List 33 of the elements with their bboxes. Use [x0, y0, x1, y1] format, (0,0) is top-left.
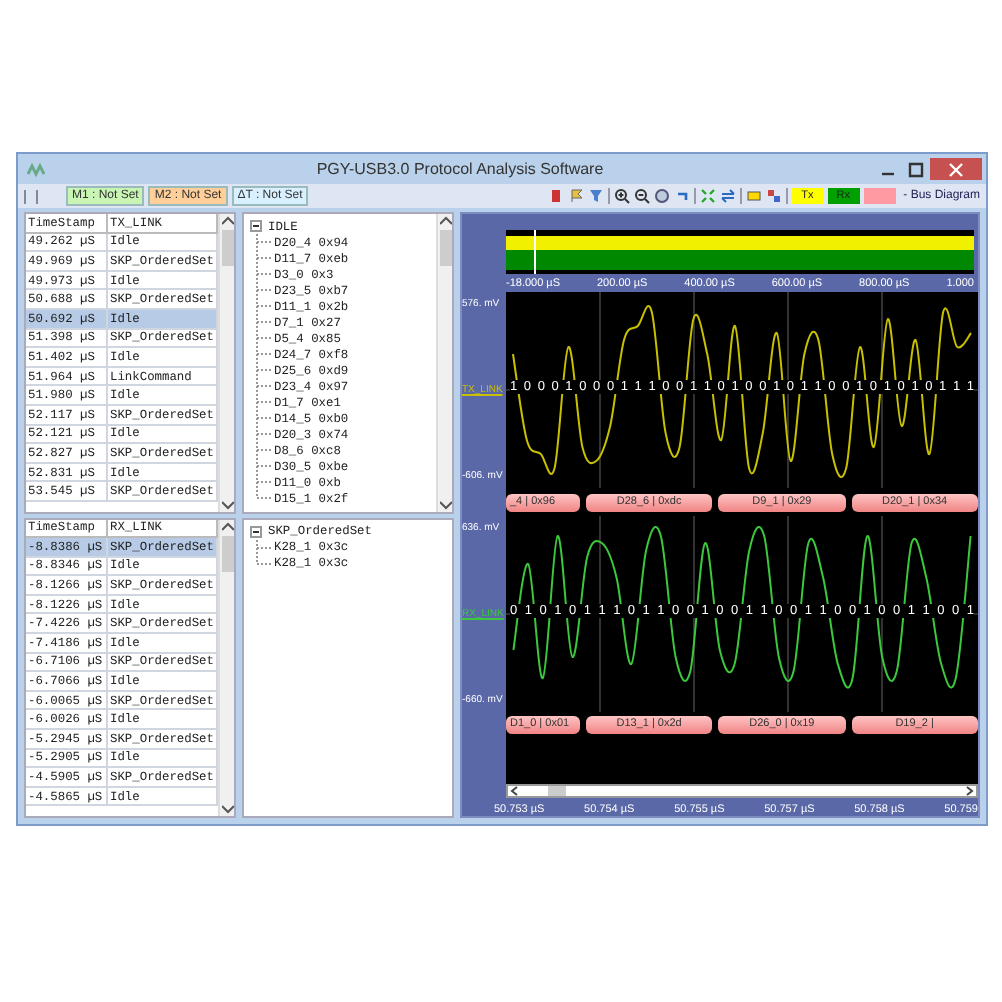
expand-icon[interactable]	[699, 188, 716, 204]
scroll-up-icon[interactable]	[221, 521, 233, 531]
collapse-icon[interactable]	[250, 525, 262, 537]
scroll-down-icon[interactable]	[221, 804, 233, 814]
bookmark-icon[interactable]	[547, 188, 564, 204]
scroll-thumb[interactable]	[221, 535, 233, 571]
flag-icon[interactable]	[567, 188, 584, 204]
filter-icon[interactable]	[587, 188, 604, 204]
maximize-icon[interactable]	[908, 161, 924, 177]
close-button[interactable]	[930, 158, 982, 180]
horizontal-scrollbar[interactable]	[506, 784, 978, 799]
scroll-left-icon[interactable]	[510, 786, 518, 797]
scrollbar[interactable]	[436, 214, 452, 511]
scroll-down-icon[interactable]	[221, 499, 233, 509]
scrollbar[interactable]	[218, 519, 234, 816]
zoom-out-icon[interactable]	[633, 188, 650, 204]
toolbar-grip[interactable]	[24, 189, 38, 203]
scroll-down-icon[interactable]	[439, 499, 451, 509]
scrollbar[interactable]	[218, 214, 234, 511]
scroll-thumb[interactable]	[439, 230, 451, 266]
scroll-up-icon[interactable]	[439, 216, 451, 226]
collapse-icon[interactable]	[250, 220, 262, 232]
swap-icon[interactable]	[719, 188, 736, 204]
close-icon[interactable]	[948, 161, 964, 177]
zoom-in-icon[interactable]	[613, 188, 630, 204]
window-title: PGY-USB3.0 Protocol Analysis Software	[314, 160, 606, 178]
scroll-up-icon[interactable]	[221, 216, 233, 226]
scroll-thumb[interactable]	[548, 786, 566, 797]
app-icon	[26, 161, 46, 177]
tree-lines	[256, 539, 274, 571]
scroll-right-icon[interactable]	[966, 786, 974, 797]
scroll-thumb[interactable]	[221, 230, 233, 266]
color-swatch[interactable]	[863, 188, 896, 204]
